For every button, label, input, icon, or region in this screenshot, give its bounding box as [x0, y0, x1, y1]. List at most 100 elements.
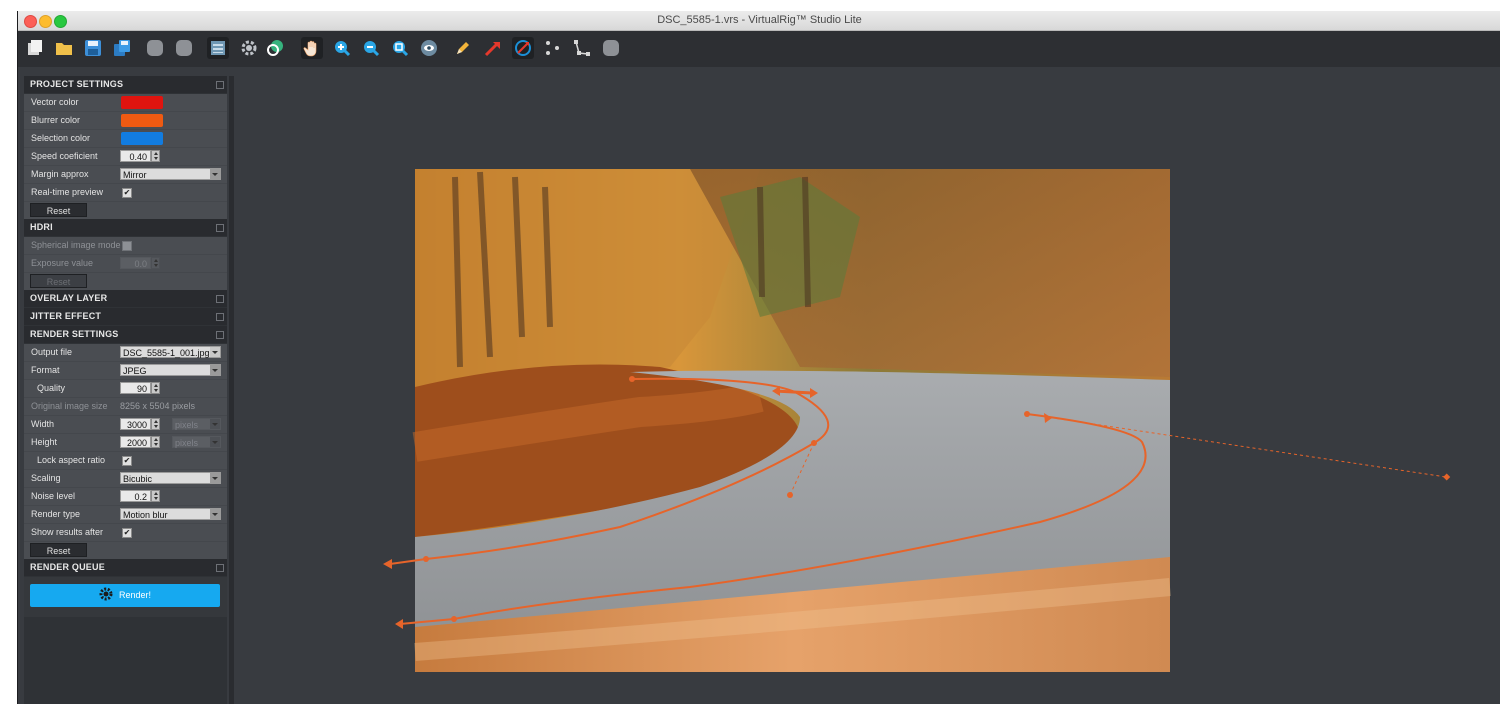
- image-canvas[interactable]: [240, 67, 1500, 704]
- folder-browse-icon[interactable]: [210, 347, 220, 357]
- exposure-input[interactable]: 0.0: [120, 257, 151, 269]
- width-row: Width 3000 pixels: [24, 416, 227, 434]
- zoom-out-icon[interactable]: [360, 37, 382, 59]
- noise-level-input[interactable]: 0.2: [120, 490, 151, 502]
- hand-pan-icon[interactable]: [301, 37, 323, 59]
- new-icon[interactable]: [24, 37, 46, 59]
- settings-gear-icon[interactable]: [238, 37, 260, 59]
- transform-icon[interactable]: [264, 37, 286, 59]
- width-stepper[interactable]: [151, 418, 160, 430]
- height-input[interactable]: 2000: [120, 436, 151, 448]
- output-file-field[interactable]: DSC_5585-1_001.jpg: [120, 346, 221, 358]
- width-unit-select[interactable]: pixels: [172, 418, 221, 430]
- preview-svg: [383, 169, 1451, 672]
- project-reset-row: Reset: [24, 202, 227, 220]
- render-type-row: Render type Motion blur: [24, 506, 227, 524]
- height-stepper[interactable]: [151, 436, 160, 448]
- hdri-header[interactable]: HDRI: [24, 219, 227, 236]
- spherical-mode-checkbox[interactable]: [122, 241, 132, 251]
- expand-icon[interactable]: [216, 295, 224, 303]
- vector-arrow-icon[interactable]: [482, 37, 504, 59]
- spherical-mode-row: Spherical image mode: [24, 237, 227, 255]
- zoom-in-icon[interactable]: [331, 37, 353, 59]
- open-folder-icon[interactable]: [53, 37, 75, 59]
- speed-stepper[interactable]: [151, 150, 160, 162]
- collapse-icon[interactable]: [216, 331, 224, 339]
- noise-level-stepper[interactable]: [151, 490, 160, 502]
- quality-stepper[interactable]: [151, 382, 160, 394]
- realtime-preview-row: Real-time preview ✔: [24, 184, 227, 202]
- scaling-select[interactable]: Bicubic: [120, 472, 221, 484]
- render-queue-header[interactable]: RENDER QUEUE: [24, 559, 227, 576]
- path-edit-icon[interactable]: [571, 37, 593, 59]
- rotate-vector-icon[interactable]: [512, 37, 534, 59]
- project-reset-button[interactable]: Reset: [30, 203, 87, 217]
- points-icon[interactable]: [542, 37, 564, 59]
- lock-aspect-row: Lock aspect ratio ✔: [24, 452, 227, 470]
- render-reset-row: Reset: [24, 542, 227, 560]
- lock-aspect-checkbox[interactable]: ✔: [122, 456, 132, 466]
- zoom-fit-icon[interactable]: [389, 37, 411, 59]
- render-settings-header[interactable]: RENDER SETTINGS: [24, 326, 227, 343]
- pencil-icon[interactable]: [452, 37, 474, 59]
- gray-circle-icon[interactable]: [600, 37, 622, 59]
- speed-coefficient-input[interactable]: 0.40: [120, 150, 151, 162]
- settings-sidebar: PROJECT SETTINGS Vector color Blurrer co…: [24, 76, 227, 704]
- output-file-row: Output file DSC_5585-1_001.jpg: [24, 344, 227, 362]
- toolbar: [18, 31, 1500, 67]
- render-queue-panel: Render!: [24, 577, 227, 617]
- noise-level-row: Noise level 0.2: [24, 488, 227, 506]
- chevron-down-icon: [210, 169, 220, 179]
- expand-icon[interactable]: [216, 313, 224, 321]
- eye-preview-icon[interactable]: [418, 37, 440, 59]
- chevron-down-icon: [210, 419, 220, 429]
- hdri-reset-button[interactable]: Reset: [30, 274, 87, 288]
- panel-splitter[interactable]: [229, 76, 234, 704]
- show-results-checkbox[interactable]: ✔: [122, 528, 132, 538]
- vector-color-swatch[interactable]: [121, 96, 163, 109]
- realtime-preview-checkbox[interactable]: ✔: [122, 188, 132, 198]
- render-gear-icon: [99, 587, 113, 601]
- scaling-row: Scaling Bicubic: [24, 470, 227, 488]
- project-settings-header[interactable]: PROJECT SETTINGS: [24, 76, 227, 93]
- quality-row: Quality 90: [24, 380, 227, 398]
- collapse-icon[interactable]: [216, 224, 224, 232]
- window-title: DSC_5585-1.vrs - VirtualRig™ Studio Lite: [657, 14, 862, 26]
- overlay-layer-header[interactable]: OVERLAY LAYER: [24, 290, 227, 307]
- save-icon[interactable]: [82, 37, 104, 59]
- render-type-select[interactable]: Motion blur: [120, 508, 221, 520]
- layers-icon[interactable]: [207, 37, 229, 59]
- render-reset-button[interactable]: Reset: [30, 543, 87, 557]
- collapse-icon[interactable]: [216, 81, 224, 89]
- app-window: DSC_5585-1.vrs - VirtualRig™ Studio Lite…: [17, 11, 1500, 704]
- original-size-row: Original image size 8256 x 5504 pixels: [24, 398, 227, 416]
- gray-circle-icon[interactable]: [144, 37, 166, 59]
- show-results-row: Show results after ✔: [24, 524, 227, 542]
- speed-coefficient-row: Speed coeficient 0.40: [24, 148, 227, 166]
- jitter-effect-header[interactable]: JITTER EFFECT: [24, 308, 227, 325]
- gray-circle-icon[interactable]: [173, 37, 195, 59]
- title-bar: DSC_5585-1.vrs - VirtualRig™ Studio Lite: [18, 11, 1500, 31]
- height-row: Height 2000 pixels: [24, 434, 227, 452]
- width-input[interactable]: 3000: [120, 418, 151, 430]
- exposure-stepper[interactable]: [151, 257, 160, 269]
- render-button[interactable]: Render!: [30, 584, 220, 607]
- chevron-down-icon: [210, 437, 220, 447]
- hdri-reset-row: Reset: [24, 273, 227, 291]
- collapse-icon[interactable]: [216, 564, 224, 572]
- format-select[interactable]: JPEG: [120, 364, 221, 376]
- exposure-row: Exposure value 0.0: [24, 255, 227, 273]
- selection-color-swatch[interactable]: [121, 132, 163, 145]
- chevron-down-icon: [210, 473, 220, 483]
- quality-input[interactable]: 90: [120, 382, 151, 394]
- vector-color-row: Vector color: [24, 94, 227, 112]
- chevron-down-icon: [210, 509, 220, 519]
- margin-approx-select[interactable]: Mirror: [120, 168, 221, 180]
- blurrer-color-swatch[interactable]: [121, 114, 163, 127]
- format-row: Format JPEG: [24, 362, 227, 380]
- margin-approx-row: Margin approx Mirror: [24, 166, 227, 184]
- save-copy-icon[interactable]: [111, 37, 133, 59]
- forest-road-photo: [412, 169, 1171, 672]
- original-size-value: 8256 x 5504 pixels: [120, 401, 196, 411]
- height-unit-select[interactable]: pixels: [172, 436, 221, 448]
